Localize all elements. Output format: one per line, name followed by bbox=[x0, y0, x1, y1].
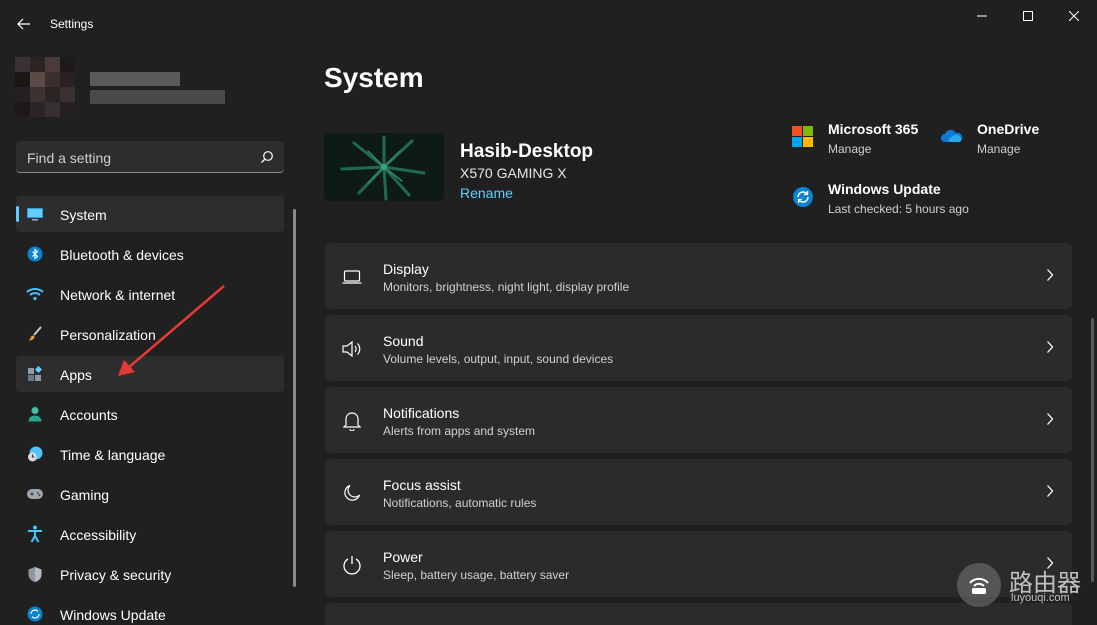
card-focus-assist[interactable]: Focus assist Notifications, automatic ru… bbox=[325, 459, 1072, 525]
quick-link-subtitle: Manage bbox=[828, 142, 872, 156]
chevron-right-icon bbox=[1046, 412, 1054, 431]
quick-link-title: OneDrive bbox=[977, 121, 1040, 137]
chevron-right-icon bbox=[1046, 268, 1054, 287]
quick-link-subtitle: Last checked: 5 hours ago bbox=[828, 202, 969, 216]
onedrive-icon bbox=[941, 126, 963, 148]
moon-icon bbox=[341, 482, 363, 504]
card-title: Notifications bbox=[383, 405, 460, 421]
rename-link[interactable]: Rename bbox=[460, 185, 513, 201]
main-scrollbar[interactable] bbox=[1091, 318, 1094, 582]
microsoft-365-icon bbox=[792, 126, 814, 148]
page-title: System bbox=[324, 62, 424, 93]
windows-update-icon bbox=[792, 186, 814, 208]
device-model: X570 GAMING X bbox=[460, 165, 567, 181]
device-wallpaper-thumbnail bbox=[324, 133, 444, 201]
device-name: Hasib-Desktop bbox=[460, 141, 594, 162]
speaker-icon bbox=[341, 338, 363, 360]
card-subtitle: Alerts from apps and system bbox=[383, 424, 536, 438]
watermark-url: luyouqi.com bbox=[1011, 592, 1070, 604]
bell-icon bbox=[341, 410, 363, 432]
watermark: 路由器 luyouqi.com bbox=[957, 563, 1097, 613]
quick-link-subtitle: Manage bbox=[977, 142, 1021, 156]
power-icon bbox=[341, 554, 363, 576]
card-subtitle: Monitors, brightness, night light, displ… bbox=[383, 280, 630, 294]
card-sound[interactable]: Sound Volume levels, output, input, soun… bbox=[325, 315, 1072, 381]
card-title: Focus assist bbox=[383, 477, 461, 493]
card-subtitle: Sleep, battery usage, battery saver bbox=[383, 568, 570, 582]
card-display[interactable]: Display Monitors, brightness, night ligh… bbox=[325, 243, 1072, 309]
quick-link-title: Windows Update bbox=[828, 181, 941, 197]
display-icon bbox=[341, 266, 363, 288]
quick-link-title: Microsoft 365 bbox=[828, 121, 919, 137]
card-subtitle: Notifications, automatic rules bbox=[383, 496, 537, 510]
chevron-right-icon bbox=[1046, 484, 1054, 503]
card-title: Sound bbox=[383, 333, 424, 349]
card-subtitle: Volume levels, output, input, sound devi… bbox=[383, 352, 614, 366]
router-logo-icon bbox=[957, 563, 1001, 607]
card-title: Power bbox=[383, 549, 423, 565]
card-notifications[interactable]: Notifications Alerts from apps and syste… bbox=[325, 387, 1072, 453]
chevron-right-icon bbox=[1046, 340, 1054, 359]
card-title: Display bbox=[383, 261, 429, 277]
